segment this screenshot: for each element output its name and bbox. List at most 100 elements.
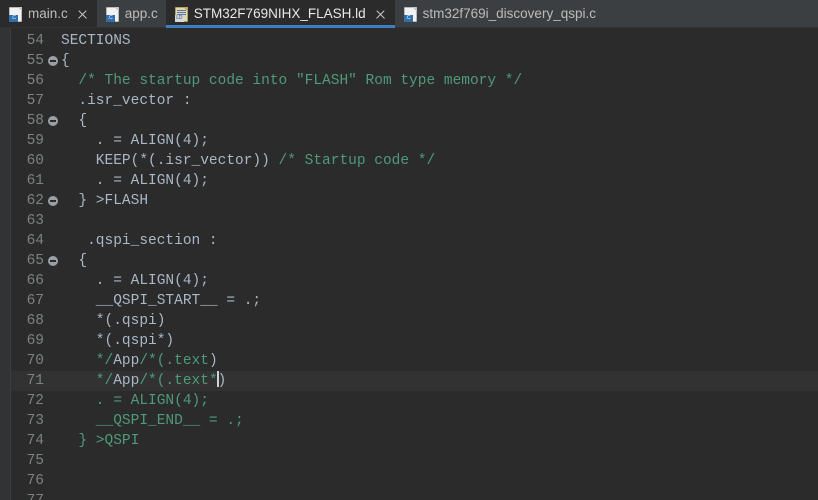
line-number: 73 [26, 413, 44, 429]
fold-gutter-slot[interactable] [44, 116, 61, 126]
editor-tab-3[interactable]: LD STM32F769NIHX_FLASH.ld [165, 0, 395, 28]
code-line[interactable]: 70 */App/*(.text) [11, 351, 818, 371]
line-number: 64 [26, 233, 44, 249]
line-text: { [61, 51, 818, 71]
fold-collapse-icon[interactable] [47, 196, 58, 206]
comment-token: /* The startup code into "FLASH" Rom typ… [61, 73, 523, 89]
fold-collapse-icon[interactable] [47, 116, 58, 126]
editor-left-strip [0, 28, 11, 500]
fold-gutter-slot[interactable] [44, 196, 61, 206]
line-number: 77 [11, 491, 44, 500]
editor-tab-1[interactable]: .C main.c [0, 0, 97, 28]
code-line[interactable]: 59 . = ALIGN(4); [11, 131, 818, 151]
code-line[interactable]: 68 *(.qspi) [11, 311, 818, 331]
code-token: App [113, 353, 140, 369]
code-line[interactable]: 67 __QSPI_START__ = .; [11, 291, 818, 311]
code-token: { [61, 253, 88, 269]
line-number: 72 [26, 393, 44, 409]
editor-tab-4[interactable]: .C stm32f769i_discovery_qspi.c [394, 0, 604, 28]
code-token: *(.qspi) [61, 313, 166, 329]
comment-token: . = ALIGN(4); [61, 393, 209, 409]
line-number: 63 [26, 213, 44, 229]
code-token: KEEP(*(.isr_vector)) [61, 153, 279, 169]
line-number: 65 [26, 253, 44, 269]
line-number: 57 [26, 93, 44, 109]
code-line[interactable]: 62 } >FLASH [11, 191, 818, 211]
line-number: 54 [26, 33, 44, 49]
code-line[interactable]: 69 *(.qspi*) [11, 331, 818, 351]
code-line[interactable]: 71 */App/*(.text*) [11, 371, 818, 391]
line-text: } >FLASH [61, 191, 818, 211]
code-token: .isr_vector : [61, 93, 192, 109]
code-line[interactable]: 66 . = ALIGN(4); [11, 271, 818, 291]
line-text: *(.qspi*) [61, 331, 818, 351]
code-line[interactable]: 57 .isr_vector : [11, 91, 818, 111]
line-text: . = ALIGN(4); [61, 271, 818, 291]
tab-close-icon[interactable] [374, 8, 387, 21]
line-text: . = ALIGN(4); [61, 131, 818, 151]
tab-close-icon[interactable] [76, 8, 89, 21]
code-line[interactable]: 54 SECTIONS [11, 31, 818, 51]
line-number: 70 [26, 353, 44, 369]
c-file-icon: .C [9, 6, 22, 22]
code-token: ) [217, 373, 227, 389]
code-token: . = ALIGN(4); [61, 173, 209, 189]
code-line[interactable]: 65 { [11, 251, 818, 271]
code-line[interactable]: 75 [11, 451, 818, 471]
editor-tab-bar: .C main.c .C app.c LD STM32F769NIHX_FLASH.ld.… [0, 0, 818, 28]
code-token: __QSPI_START__ = .; [61, 293, 262, 309]
fold-collapse-icon[interactable] [47, 56, 58, 66]
code-token: *(.qspi*) [61, 333, 175, 349]
fold-gutter-slot[interactable] [44, 256, 61, 266]
code-token: } >FLASH [61, 193, 149, 209]
tab-label: stm32f769i_discovery_qspi.c [422, 6, 596, 21]
line-text: *(.qspi) [61, 311, 818, 331]
line-number: 74 [26, 433, 44, 449]
line-number: 61 [26, 173, 44, 189]
line-number: 76 [26, 473, 44, 489]
line-text: SECTIONS [61, 31, 818, 51]
line-number: 71 [26, 373, 44, 389]
code-content[interactable]: 54 SECTIONS 55 {56 /* The startup code into… [11, 28, 818, 500]
code-line[interactable]: 76 [11, 471, 818, 491]
editor-tab-2[interactable]: .C app.c [96, 0, 166, 28]
code-token: { [61, 113, 88, 129]
comment-token: __QSPI_END__ = .; [61, 413, 244, 429]
code-line[interactable]: 74 } >QSPI [11, 431, 818, 451]
line-number: 59 [26, 133, 44, 149]
comment-token: */ [61, 353, 114, 369]
tab-label: STM32F769NIHX_FLASH.ld [193, 6, 366, 21]
code-line[interactable]: 72 . = ALIGN(4); [11, 391, 818, 411]
code-line[interactable]: 64 .qspi_section : [11, 231, 818, 251]
line-text: __QSPI_END__ = .; [61, 411, 818, 431]
code-line[interactable]: 60 KEEP(*(.isr_vector)) /* Startup code … [11, 151, 818, 171]
fold-collapse-icon[interactable] [47, 256, 58, 266]
line-text: . = ALIGN(4); [61, 391, 818, 411]
code-line[interactable]: 77 [11, 491, 818, 500]
line-text: __QSPI_START__ = .; [61, 291, 818, 311]
code-token: App [113, 373, 140, 389]
code-line[interactable]: 61 . = ALIGN(4); [11, 171, 818, 191]
code-token: .qspi_section : [61, 233, 218, 249]
comment-token: } >QSPI [61, 433, 140, 449]
code-line[interactable]: 58 { [11, 111, 818, 131]
line-number: 69 [26, 333, 44, 349]
code-token: ) [208, 353, 218, 369]
code-line[interactable]: 73 __QSPI_END__ = .; [11, 411, 818, 431]
line-text: .qspi_section : [61, 231, 818, 251]
code-line[interactable]: 55 { [11, 51, 818, 71]
code-line[interactable]: 56 /* The startup code into "FLASH" Rom … [11, 71, 818, 91]
line-text: . = ALIGN(4); [61, 171, 818, 191]
file-type-badge: LD [174, 14, 184, 22]
code-editor[interactable]: 54 SECTIONS 55 {56 /* The startup code into… [0, 28, 818, 500]
code-token: . = ALIGN(4); [61, 133, 209, 149]
code-line[interactable]: 63 [11, 211, 818, 231]
line-number: 75 [26, 453, 44, 469]
file-type-badge: .C [105, 14, 115, 22]
line-text: { [61, 251, 818, 271]
line-text: .isr_vector : [61, 91, 818, 111]
line-text: */App/*(.text*) [61, 371, 818, 391]
fold-gutter-slot[interactable] [44, 56, 61, 66]
tab-label: app.c [124, 6, 158, 21]
editor-window: .C main.c .C app.c LD STM32F769NIHX_FLASH.ld.… [0, 0, 818, 500]
